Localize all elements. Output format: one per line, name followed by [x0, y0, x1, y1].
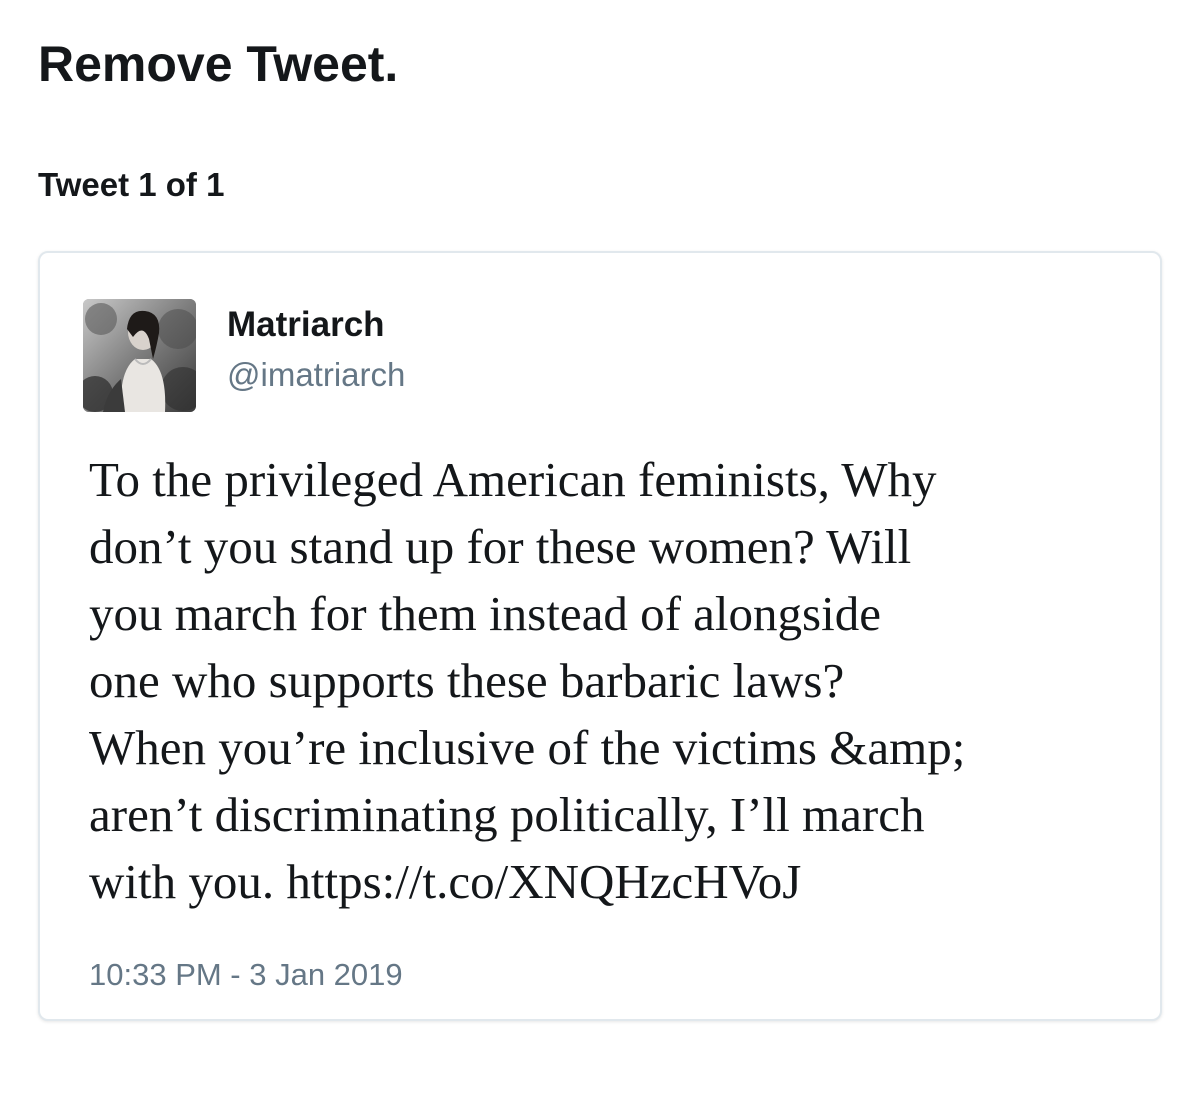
tweet-text-line: When you’re inclusive of the victims &am… — [89, 720, 966, 775]
tweet-text-line: with you. https://t.co/XNQHzcHVoJ — [89, 854, 802, 909]
page-title: Remove Tweet. — [38, 36, 399, 92]
user-handle[interactable]: @imatriarch — [227, 353, 405, 397]
tweet-text-line: you march for them instead of alongside — [89, 586, 881, 641]
avatar[interactable] — [83, 299, 196, 412]
tweet-body: To the privileged American feminists, Wh… — [89, 446, 1149, 915]
tweet-text-line: don’t you stand up for these women? Will — [89, 519, 912, 574]
tweet-timestamp[interactable]: 10:33 PM - 3 Jan 2019 — [89, 955, 403, 995]
tweet-text-line: one who supports these barbaric laws? — [89, 653, 845, 708]
tweet-count-label: Tweet 1 of 1 — [38, 166, 225, 203]
tweet-card: Matriarch @imatriarch To the privileged … — [38, 251, 1162, 1021]
tweet-text-line: aren’t discriminating politically, I’ll … — [89, 787, 925, 842]
tweet-text-line: To the privileged American feminists, Wh… — [89, 452, 937, 507]
profile-photo-icon — [83, 299, 196, 412]
user-display-name[interactable]: Matriarch — [227, 303, 385, 347]
